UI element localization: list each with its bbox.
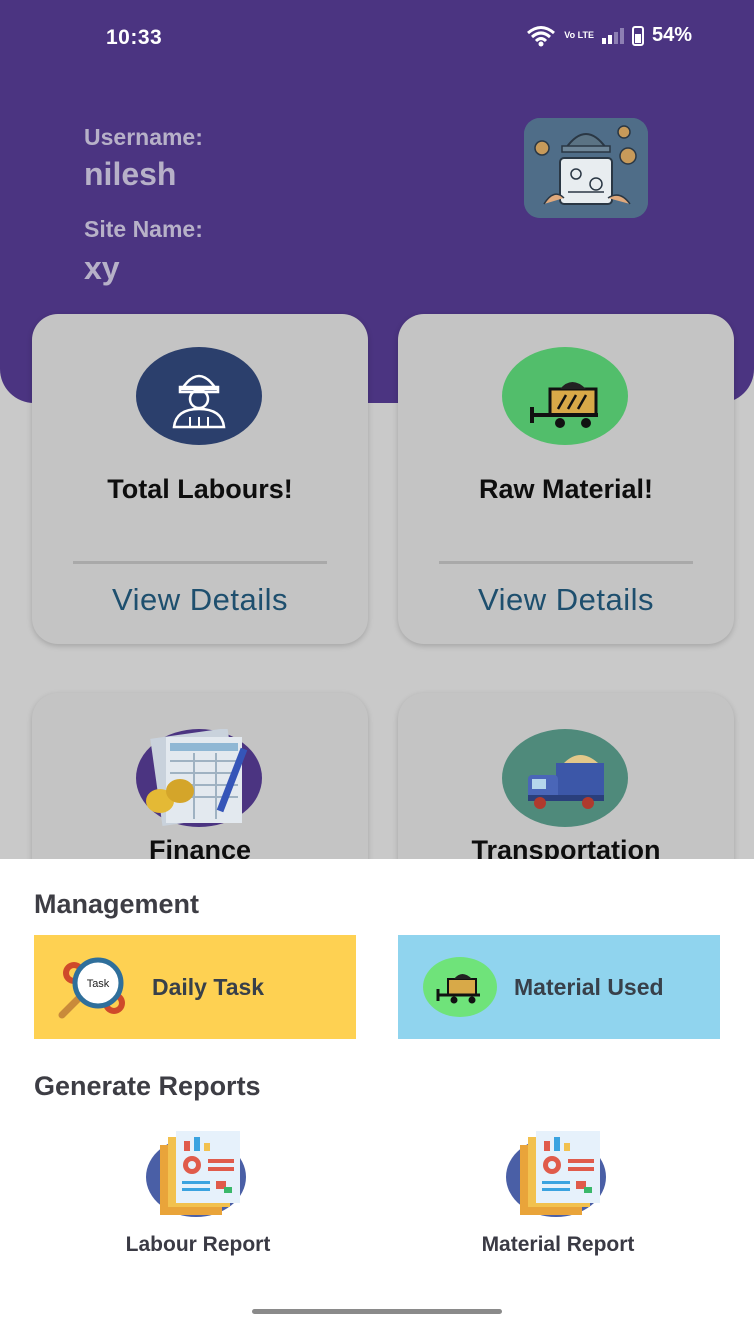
card-title: Transportation xyxy=(471,835,661,860)
battery-icon xyxy=(631,25,644,46)
battery-percent: 54% xyxy=(651,24,692,46)
generate-reports-heading: Generate Reports xyxy=(34,1071,261,1101)
raw-material-card[interactable]: Raw Material! View Details xyxy=(398,314,734,644)
card-title: Raw Material! xyxy=(478,474,654,504)
site-name-label: Site Name: xyxy=(84,216,203,242)
username-value: nilesh xyxy=(84,156,177,192)
management-heading: Management xyxy=(34,889,200,919)
card-divider xyxy=(439,561,693,564)
view-details-link[interactable]: View Details xyxy=(32,582,368,618)
volte-indicator: Vo LTE xyxy=(564,30,594,40)
username-label: Username: xyxy=(84,124,203,150)
home-indicator[interactable] xyxy=(252,1309,502,1314)
card-title: Finance xyxy=(148,835,252,860)
task-icon-text: Task xyxy=(87,978,110,990)
dashboard-background: 10:33 Vo LTE 54% Username: nilesh Site N… xyxy=(0,0,754,860)
card-divider xyxy=(73,561,327,564)
report-icon xyxy=(506,1131,610,1219)
material-report-label: Material Report xyxy=(481,1233,635,1256)
daily-task-label: Daily Task xyxy=(152,973,265,1000)
finance-card[interactable]: Finance xyxy=(32,693,368,860)
card-title: Total Labours! xyxy=(107,474,293,504)
view-details-link[interactable]: View Details xyxy=(398,582,734,618)
material-used-button[interactable]: Material Used xyxy=(398,935,720,1039)
engineer-avatar[interactable] xyxy=(524,118,648,218)
total-labours-card[interactable]: Total Labours! View Details xyxy=(32,314,368,644)
engineer-illustration-icon xyxy=(524,118,648,218)
material-used-label: Material Used xyxy=(514,973,664,1000)
finance-icon xyxy=(136,728,262,827)
labour-report-label: Labour Report xyxy=(125,1233,271,1256)
cart-icon xyxy=(502,347,628,445)
daily-task-button[interactable]: Task Daily Task xyxy=(34,935,356,1039)
labour-report-button[interactable]: Labour Report xyxy=(78,1131,318,1257)
material-report-button[interactable]: Material Report xyxy=(438,1131,678,1257)
truck-icon xyxy=(502,729,628,827)
site-name-value: xy xyxy=(84,250,120,286)
transportation-card[interactable]: Transportation xyxy=(398,693,734,860)
status-icons: Vo LTE 54% xyxy=(526,24,692,47)
task-gear-icon: Task xyxy=(56,955,132,1019)
status-time: 10:33 xyxy=(106,26,163,49)
bottom-sheet: Management Task Daily Task Material Used… xyxy=(0,859,754,1327)
worker-icon xyxy=(136,347,262,445)
report-icon xyxy=(146,1131,250,1219)
signal-icon xyxy=(601,27,624,44)
wifi-icon xyxy=(527,25,556,46)
material-cart-icon xyxy=(422,955,498,1019)
